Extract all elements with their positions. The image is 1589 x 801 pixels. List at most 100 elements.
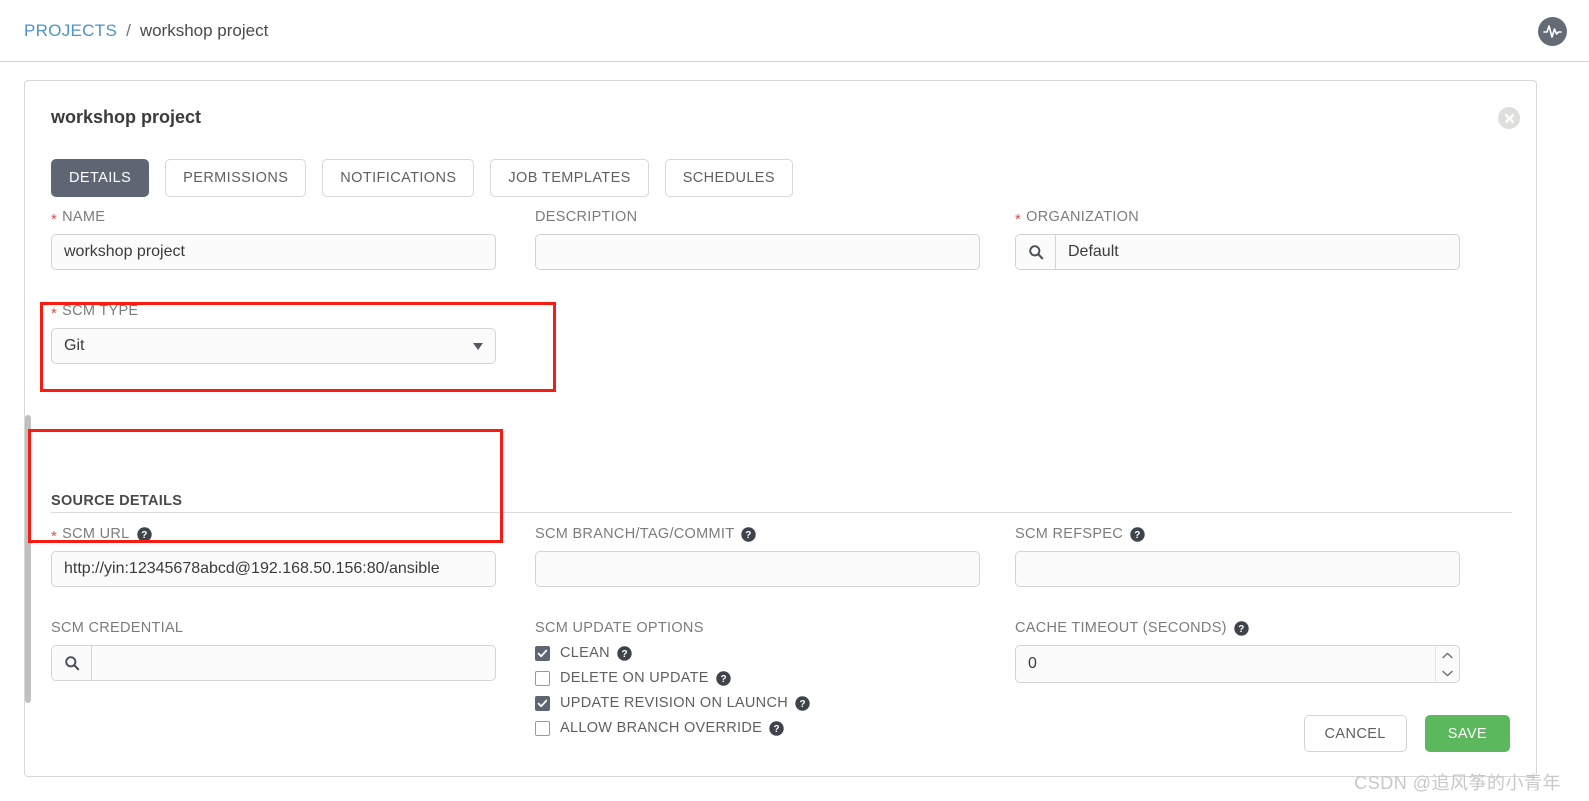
field-scm-branch: SCM BRANCH/TAG/COMMIT ?: [535, 526, 980, 587]
save-button[interactable]: SAVE: [1424, 715, 1510, 752]
tab-bar: DETAILS PERMISSIONS NOTIFICATIONS JOB TE…: [51, 159, 793, 197]
scm-refspec-input[interactable]: [1015, 551, 1460, 587]
checkbox-allow-branch-override-label: ALLOW BRANCH OVERRIDE: [560, 720, 763, 736]
name-input[interactable]: [51, 234, 496, 270]
tab-job-templates-label: JOB TEMPLATES: [508, 170, 631, 186]
help-circle-icon[interactable]: ?: [741, 526, 757, 542]
checkbox-delete-on-update[interactable]: [535, 670, 550, 686]
cache-timeout-input[interactable]: [1015, 645, 1460, 683]
cache-timeout-stepper: [1015, 645, 1460, 683]
checkbox-row-clean: CLEAN ?: [535, 645, 980, 661]
field-description-label: DESCRIPTION: [535, 209, 980, 225]
tab-job-templates[interactable]: JOB TEMPLATES: [490, 159, 649, 197]
field-scm-branch-label-text: SCM BRANCH/TAG/COMMIT: [535, 526, 735, 542]
tab-notifications-label: NOTIFICATIONS: [340, 170, 457, 186]
tab-permissions[interactable]: PERMISSIONS: [165, 159, 307, 197]
organization-lookup: [1015, 234, 1460, 270]
field-scm-credential: SCM CREDENTIAL: [51, 620, 496, 681]
help-circle-icon[interactable]: ?: [136, 526, 152, 542]
breadcrumb-bar: PROJECTS / workshop project: [0, 0, 1589, 62]
checkbox-delete-on-update-label: DELETE ON UPDATE: [560, 670, 709, 686]
tab-notifications[interactable]: NOTIFICATIONS: [322, 159, 475, 197]
checkbox-allow-branch-override[interactable]: [535, 720, 550, 736]
tab-permissions-label: PERMISSIONS: [183, 170, 289, 186]
source-details-heading: SOURCE DETAILS: [51, 493, 183, 509]
tab-details[interactable]: DETAILS: [51, 159, 150, 197]
scm-update-options-label: SCM UPDATE OPTIONS: [535, 620, 980, 636]
help-circle-icon[interactable]: ?: [617, 645, 632, 661]
field-scm-type: * SCM TYPE Git: [51, 303, 496, 364]
scm-update-options-label-text: SCM UPDATE OPTIONS: [535, 620, 704, 636]
checkbox-row-update-revision-on-launch: UPDATE REVISION ON LAUNCH ?: [535, 695, 980, 711]
stepper-down-icon[interactable]: [1436, 664, 1459, 682]
cache-timeout-arrows: [1435, 646, 1459, 682]
required-marker: *: [51, 210, 58, 228]
activity-pulse-icon[interactable]: [1538, 17, 1567, 46]
help-circle-icon[interactable]: ?: [1130, 526, 1145, 542]
field-scm-refspec-label-text: SCM REFSPEC: [1015, 526, 1124, 542]
tab-schedules[interactable]: SCHEDULES: [664, 159, 793, 197]
checkbox-row-delete-on-update: DELETE ON UPDATE ?: [535, 670, 980, 686]
svg-text:?: ?: [141, 530, 147, 541]
help-circle-icon[interactable]: ?: [1234, 620, 1249, 636]
required-marker: *: [51, 527, 58, 545]
required-marker: *: [1015, 210, 1022, 228]
help-circle-icon[interactable]: ?: [795, 695, 810, 711]
field-organization: * ORGANIZATION: [1015, 209, 1460, 270]
field-scm-refspec-label: SCM REFSPEC ?: [1015, 526, 1460, 542]
organization-input[interactable]: [1056, 235, 1459, 269]
scm-credential-input[interactable]: [92, 646, 495, 680]
form-actions: CANCEL SAVE: [1303, 715, 1510, 752]
svg-text:?: ?: [1238, 624, 1244, 635]
field-cache-timeout-label-text: CACHE TIMEOUT (SECONDS): [1015, 620, 1227, 636]
svg-text:?: ?: [799, 699, 805, 710]
svg-text:?: ?: [746, 530, 752, 541]
project-detail-card: workshop project DETAILS PERMISSIONS NOT…: [24, 80, 1537, 777]
breadcrumb-separator: /: [126, 20, 131, 40]
breadcrumb-current: workshop project: [139, 20, 269, 40]
field-name: * NAME: [51, 209, 496, 270]
cancel-button[interactable]: CANCEL: [1303, 715, 1407, 752]
breadcrumb-link-projects[interactable]: PROJECTS: [24, 21, 117, 41]
scm-url-input[interactable]: [51, 551, 496, 587]
field-cache-timeout-label: CACHE TIMEOUT (SECONDS) ?: [1015, 620, 1460, 636]
checkbox-update-revision-on-launch[interactable]: [535, 695, 550, 711]
checkbox-clean[interactable]: [535, 645, 550, 661]
checkbox-update-revision-on-launch-label: UPDATE REVISION ON LAUNCH: [560, 695, 788, 711]
field-scm-url-label: * SCM URL ?: [51, 526, 496, 545]
page-title: workshop project: [51, 107, 202, 127]
field-scm-url: * SCM URL ?: [51, 526, 496, 587]
field-name-label: * NAME: [51, 209, 496, 228]
field-name-label-text: NAME: [62, 209, 106, 225]
field-scm-type-label-text: SCM TYPE: [62, 303, 139, 319]
scm-branch-input[interactable]: [535, 551, 980, 587]
vertical-scrollbar[interactable]: [25, 415, 31, 703]
svg-text:?: ?: [1134, 530, 1140, 541]
help-circle-icon[interactable]: ?: [716, 670, 731, 686]
field-scm-branch-label: SCM BRANCH/TAG/COMMIT ?: [535, 526, 980, 542]
svg-text:?: ?: [774, 724, 780, 735]
svg-text:?: ?: [621, 649, 627, 660]
stepper-up-icon[interactable]: [1436, 646, 1459, 664]
field-scm-url-label-text: SCM URL: [62, 526, 130, 542]
field-description: DESCRIPTION: [535, 209, 980, 270]
checkbox-row-allow-branch-override: ALLOW BRANCH OVERRIDE ?: [535, 720, 980, 736]
search-icon[interactable]: [52, 646, 92, 680]
field-organization-label: * ORGANIZATION: [1015, 209, 1460, 228]
scm-type-select[interactable]: Git: [51, 328, 496, 364]
tab-schedules-label: SCHEDULES: [682, 170, 775, 186]
close-icon[interactable]: [1498, 107, 1520, 129]
field-organization-label-text: ORGANIZATION: [1026, 209, 1140, 225]
description-input[interactable]: [535, 234, 980, 270]
help-circle-icon[interactable]: ?: [769, 720, 784, 736]
field-scm-refspec: SCM REFSPEC ?: [1015, 526, 1460, 587]
search-icon[interactable]: [1016, 235, 1056, 269]
checkbox-clean-label: CLEAN: [560, 645, 610, 661]
field-cache-timeout: CACHE TIMEOUT (SECONDS) ?: [1015, 620, 1460, 683]
field-description-label-text: DESCRIPTION: [535, 209, 638, 225]
required-marker: *: [51, 304, 58, 322]
scm-credential-lookup: [51, 645, 496, 681]
svg-text:?: ?: [720, 674, 726, 685]
tab-details-label: DETAILS: [69, 170, 132, 186]
source-details-divider: [51, 512, 1512, 513]
